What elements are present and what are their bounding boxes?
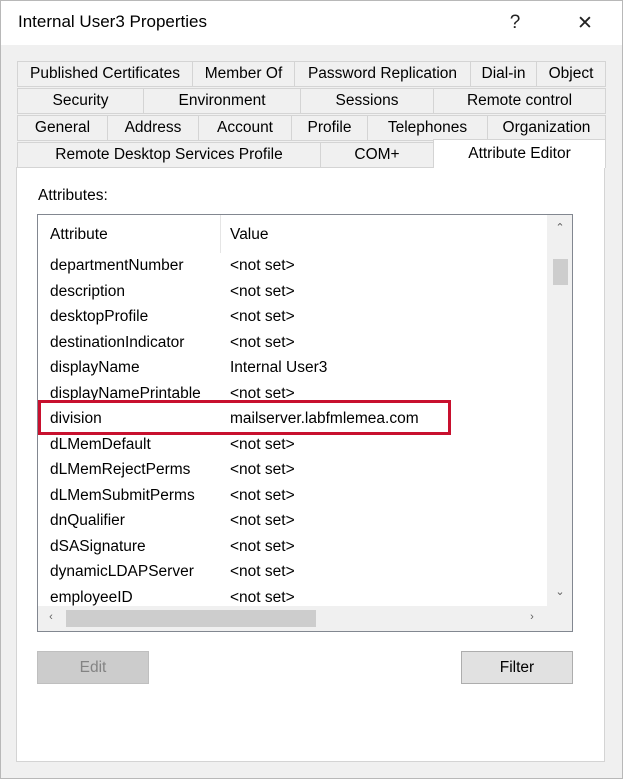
list-item[interactable]: dynamicLDAPServer <not set> bbox=[38, 560, 544, 585]
list-item[interactable]: desktopProfile <not set> bbox=[38, 305, 544, 330]
list-item[interactable]: departmentNumber <not set> bbox=[38, 254, 544, 279]
list-item[interactable]: displayName Internal User3 bbox=[38, 356, 544, 381]
division-row-highlight bbox=[38, 400, 451, 435]
attribute-name: dnQualifier bbox=[50, 512, 125, 529]
column-header-attribute[interactable]: Attribute bbox=[50, 226, 108, 244]
attribute-name: dSASignature bbox=[50, 537, 146, 555]
attribute-value: <not set> bbox=[230, 512, 295, 529]
window-title: Internal User3 Properties bbox=[18, 12, 207, 31]
list-item[interactable]: dSASignature <not set> bbox=[38, 535, 544, 560]
scroll-left-icon[interactable]: ‹ bbox=[41, 611, 61, 623]
attribute-value: <not set> bbox=[230, 435, 295, 453]
tab-address[interactable]: Address bbox=[107, 115, 199, 141]
tab-security[interactable]: Security bbox=[17, 88, 144, 114]
attribute-name: description bbox=[50, 282, 125, 300]
list-item[interactable]: dLMemSubmitPerms <not set> bbox=[38, 484, 544, 509]
attribute-name: employeeID bbox=[50, 588, 133, 606]
attribute-value: <not set> bbox=[230, 486, 295, 504]
attribute-value: <not set> bbox=[230, 257, 295, 274]
attribute-value: <not set> bbox=[230, 563, 295, 580]
attribute-name: dLMemRejectPerms bbox=[50, 461, 191, 478]
horizontal-scroll-thumb[interactable] bbox=[66, 610, 316, 627]
column-header-value[interactable]: Value bbox=[230, 226, 269, 244]
tab-environment[interactable]: Environment bbox=[143, 88, 301, 114]
tab-sessions[interactable]: Sessions bbox=[300, 88, 434, 114]
attribute-value: <not set> bbox=[230, 333, 295, 351]
horizontal-scrollbar[interactable]: ‹ › bbox=[38, 606, 572, 631]
attribute-name: dLMemDefault bbox=[50, 435, 151, 453]
attribute-value: <not set> bbox=[230, 588, 295, 606]
help-button[interactable]: ? bbox=[493, 7, 537, 39]
tab-organization[interactable]: Organization bbox=[487, 115, 606, 141]
list-item[interactable]: dnQualifier <not set> bbox=[38, 509, 544, 534]
attribute-name: displayName bbox=[50, 359, 140, 376]
attribute-value: Internal User3 bbox=[230, 359, 328, 376]
tab-remote-control[interactable]: Remote control bbox=[433, 88, 606, 114]
list-item[interactable]: destinationIndicator <not set> bbox=[38, 331, 544, 356]
tab-password-replication[interactable]: Password Replication bbox=[294, 61, 471, 87]
vertical-scroll-thumb[interactable] bbox=[553, 259, 568, 285]
attribute-value: <not set> bbox=[230, 282, 295, 300]
attributes-label: Attributes: bbox=[38, 187, 108, 204]
attribute-name: desktopProfile bbox=[50, 308, 149, 325]
attribute-name: dynamicLDAPServer bbox=[50, 563, 194, 580]
tab-com-plus[interactable]: COM+ bbox=[320, 142, 434, 168]
list-item[interactable]: dLMemDefault <not set> bbox=[38, 433, 544, 458]
attribute-name: dLMemSubmitPerms bbox=[50, 486, 195, 504]
tab-dial-in[interactable]: Dial-in bbox=[470, 61, 537, 87]
tab-object[interactable]: Object bbox=[536, 61, 606, 87]
tab-remote-desktop-services-profile[interactable]: Remote Desktop Services Profile bbox=[17, 142, 321, 168]
tab-profile[interactable]: Profile bbox=[291, 115, 368, 141]
scroll-up-icon[interactable]: ⌃ bbox=[550, 221, 570, 234]
column-divider[interactable] bbox=[220, 215, 221, 253]
attribute-value: <not set> bbox=[230, 537, 295, 555]
list-item[interactable]: description <not set> bbox=[38, 280, 544, 305]
tab-member-of[interactable]: Member Of bbox=[192, 61, 295, 87]
scroll-right-icon[interactable]: › bbox=[522, 611, 542, 623]
tab-telephones[interactable]: Telephones bbox=[367, 115, 488, 141]
scroll-down-icon[interactable]: ⌄ bbox=[550, 585, 570, 598]
attribute-name: destinationIndicator bbox=[50, 333, 185, 351]
list-item[interactable]: dLMemRejectPerms <not set> bbox=[38, 458, 544, 483]
close-button[interactable]: ✕ bbox=[563, 7, 607, 39]
edit-button[interactable]: Edit bbox=[37, 651, 149, 684]
title-bar: Internal User3 Properties ? ✕ bbox=[1, 1, 622, 45]
filter-button[interactable]: Filter bbox=[461, 651, 573, 684]
vertical-scrollbar[interactable]: ⌃ ⌄ bbox=[547, 215, 572, 607]
list-item[interactable]: employeeID <not set> bbox=[38, 586, 544, 607]
tab-general[interactable]: General bbox=[17, 115, 108, 141]
attribute-value: <not set> bbox=[230, 461, 295, 478]
tab-account[interactable]: Account bbox=[198, 115, 292, 141]
tab-published-certificates[interactable]: Published Certificates bbox=[17, 61, 193, 87]
tab-attribute-editor[interactable]: Attribute Editor bbox=[433, 139, 606, 168]
attribute-name: departmentNumber bbox=[50, 257, 184, 274]
properties-dialog: Internal User3 Properties ? ✕ Published … bbox=[0, 0, 623, 779]
attribute-value: <not set> bbox=[230, 308, 295, 325]
